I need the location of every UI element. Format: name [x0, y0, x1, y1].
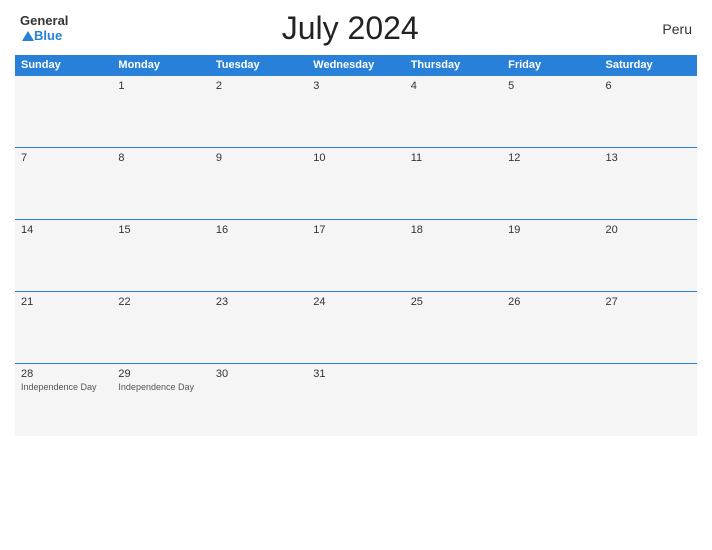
day-cell: [502, 364, 599, 436]
day-cell: 9: [210, 148, 307, 220]
header-saturday: Saturday: [600, 55, 697, 76]
day-cell: 22: [112, 292, 209, 364]
day-cell: 11: [405, 148, 502, 220]
header-sunday: Sunday: [15, 55, 112, 76]
day-number: 9: [216, 152, 301, 164]
day-number: 18: [411, 224, 496, 236]
calendar-title: July 2024: [68, 10, 632, 47]
header-tuesday: Tuesday: [210, 55, 307, 76]
day-cell: 2: [210, 76, 307, 148]
day-number: 20: [606, 224, 691, 236]
day-cell: 27: [600, 292, 697, 364]
day-number: 31: [313, 368, 398, 380]
day-cell: 25: [405, 292, 502, 364]
day-cell: 20: [600, 220, 697, 292]
week-row-3: 14 15 16 17 18 19 20: [15, 220, 697, 292]
day-number: 7: [21, 152, 106, 164]
day-cell: 13: [600, 148, 697, 220]
day-number: 5: [508, 80, 593, 92]
week-row-1: 1 23 45 6: [15, 76, 697, 148]
day-number: 16: [216, 224, 301, 236]
day-number: 17: [313, 224, 398, 236]
day-cell: 15: [112, 220, 209, 292]
day-cell: 17: [307, 220, 404, 292]
logo-blue-text: Blue: [34, 29, 62, 43]
logo-general-text: General: [20, 14, 68, 28]
header-wednesday: Wednesday: [307, 55, 404, 76]
day-number: 23: [216, 296, 301, 308]
days-header-row: Sunday Monday Tuesday Wednesday Thursday…: [15, 55, 697, 76]
day-cell: 24: [307, 292, 404, 364]
day-number: 6: [606, 80, 691, 92]
day-cell: 4: [405, 76, 502, 148]
day-number: 21: [21, 296, 106, 308]
day-cell: 30: [210, 364, 307, 436]
header-monday: Monday: [112, 55, 209, 76]
day-cell: 28 Independence Day: [15, 364, 112, 436]
day-number: 14: [21, 224, 106, 236]
day-number: 13: [606, 152, 691, 164]
day-number: 30: [216, 368, 301, 380]
logo: General Blue: [20, 14, 68, 43]
day-cell: 18: [405, 220, 502, 292]
day-cell: 26: [502, 292, 599, 364]
day-cell: 23: [210, 292, 307, 364]
day-number: 4: [411, 80, 496, 92]
day-event: Independence Day: [21, 382, 106, 392]
day-cell: 7: [15, 148, 112, 220]
day-cell: 16: [210, 220, 307, 292]
day-number: 19: [508, 224, 593, 236]
day-number: 12: [508, 152, 593, 164]
day-cell: 14: [15, 220, 112, 292]
logo-triangle-icon: [22, 31, 34, 41]
day-cell: 31: [307, 364, 404, 436]
day-number: 15: [118, 224, 203, 236]
header-thursday: Thursday: [405, 55, 502, 76]
header-friday: Friday: [502, 55, 599, 76]
day-number: 28: [21, 368, 106, 380]
day-cell: 3: [307, 76, 404, 148]
calendar-header: General Blue July 2024 Peru: [15, 10, 697, 47]
calendar-table: Sunday Monday Tuesday Wednesday Thursday…: [15, 55, 697, 436]
day-cell: [15, 76, 112, 148]
day-cell: [405, 364, 502, 436]
day-cell: 21: [15, 292, 112, 364]
day-cell: 12: [502, 148, 599, 220]
day-number: 24: [313, 296, 398, 308]
day-cell: 6: [600, 76, 697, 148]
day-number: 8: [118, 152, 203, 164]
day-cell: 8: [112, 148, 209, 220]
day-number: 2: [216, 80, 301, 92]
day-number: 25: [411, 296, 496, 308]
day-number: 29: [118, 368, 203, 380]
day-number: 27: [606, 296, 691, 308]
day-cell: 1: [112, 76, 209, 148]
day-number: 3: [313, 80, 398, 92]
week-row-2: 78 9 10 11 12 13: [15, 148, 697, 220]
day-cell: 5: [502, 76, 599, 148]
day-number: 1: [118, 80, 203, 92]
day-number: 10: [313, 152, 398, 164]
day-number: 22: [118, 296, 203, 308]
day-cell: 29 Independence Day: [112, 364, 209, 436]
country-label: Peru: [632, 21, 692, 37]
week-row-4: 21 22 23 24 25 26 27: [15, 292, 697, 364]
calendar-container: General Blue July 2024 Peru Sunday Monda…: [0, 0, 712, 550]
day-cell: 10: [307, 148, 404, 220]
day-number: 11: [411, 152, 496, 164]
week-row-5: 28 Independence Day 29 Independence Day 30 31: [15, 364, 697, 436]
day-number: 26: [508, 296, 593, 308]
day-event: Independence Day: [118, 382, 203, 392]
day-cell: [600, 364, 697, 436]
day-cell: 19: [502, 220, 599, 292]
